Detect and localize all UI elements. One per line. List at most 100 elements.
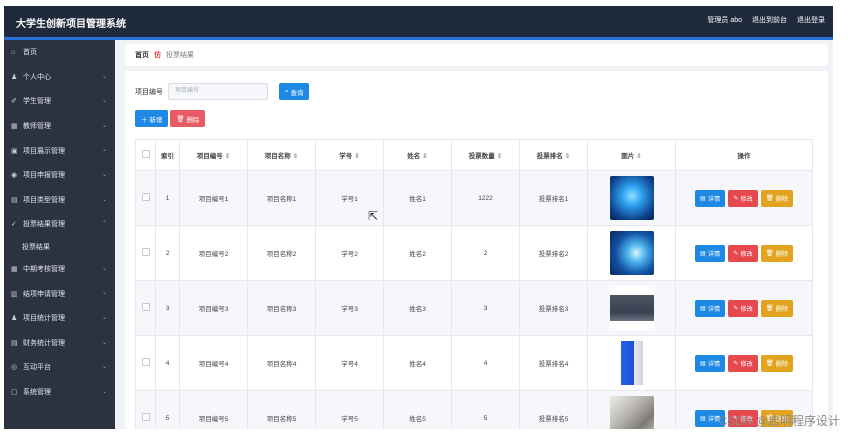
chevron-down-icon: ⌄ xyxy=(101,196,107,203)
cell-name: 项目名称1 xyxy=(247,170,316,226)
cell-index: 5 xyxy=(155,390,180,429)
data-table: 索引 项目编号 ⇕ 项目名称 ⇕ 学号 ⇕ 姓名 ⇕ 投票数量 ⇕ 投票排名 ⇕ 图片 ⇕ 操… xyxy=(135,139,813,429)
cell-votes: 5 xyxy=(451,390,520,429)
delete-button[interactable]: 🗑 删除 xyxy=(760,244,794,262)
row-checkbox[interactable] xyxy=(135,335,156,391)
sidebar-item-label: 项目类型管理 xyxy=(23,196,65,204)
sort-icon: ⇕ xyxy=(564,153,571,160)
logout-link[interactable]: 退出登录 xyxy=(797,15,825,25)
cell-index: 1 xyxy=(155,170,180,226)
col-header-pic[interactable]: 图片 ⇕ xyxy=(587,139,676,171)
finance-icon: ▤ xyxy=(11,339,18,347)
delete-button-label: 删除 xyxy=(186,116,200,124)
project-image[interactable] xyxy=(609,396,654,429)
sidebar-item-apply[interactable]: ◉ 项目申报管理 ⌄ xyxy=(4,163,115,188)
cell-pic xyxy=(587,280,676,336)
sidebar-subitem-vote-result[interactable]: 投票结果 xyxy=(4,237,115,257)
mouse-cursor-icon: ⇱ xyxy=(368,209,379,223)
delete-button[interactable]: 🗑 删除 xyxy=(760,189,794,207)
col-header-votes[interactable]: 投票数量 ⇕ xyxy=(451,139,520,171)
cell-pic xyxy=(587,335,676,391)
cell-sname: 姓名5 xyxy=(383,390,452,429)
cell-index: 2 xyxy=(155,225,180,281)
breadcrumb-home[interactable]: 首页 xyxy=(135,50,149,60)
row-checkbox[interactable] xyxy=(135,280,156,336)
cell-rank: 投票排名4 xyxy=(519,335,588,391)
to-frontend-link[interactable]: 退出到前台 xyxy=(752,15,787,25)
detail-button[interactable]: ▤ 详情 xyxy=(694,244,726,262)
cell-ops: ▤ 详情 ✎ 修改 🗑 删除 xyxy=(675,335,813,391)
project-image[interactable] xyxy=(609,286,654,330)
delete-button[interactable]: 🗑 删除 xyxy=(760,299,794,317)
project-image[interactable] xyxy=(609,231,654,275)
sidebar-item-teachers[interactable]: ▦ 教师管理 ⌄ xyxy=(4,114,115,139)
project-image[interactable] xyxy=(609,176,654,220)
sidebar-item-label: 结项申请管理 xyxy=(23,290,65,298)
document-icon: ▤ xyxy=(699,249,706,257)
sidebar-item-students[interactable]: ✐ 学生管理 ⌄ xyxy=(4,89,115,114)
sidebar-item-system[interactable]: ▢ 系统管理 ⌄ xyxy=(4,380,115,405)
select-all-checkbox[interactable] xyxy=(135,139,156,171)
sidebar-item-finance[interactable]: ▤ 财务统计管理 ⌄ xyxy=(4,331,115,356)
cell-code: 项目编号4 xyxy=(179,335,248,391)
batch-delete-button[interactable]: 🗑 删除 xyxy=(170,110,206,127)
sidebar-item-home[interactable]: ⌂ 首页 xyxy=(4,40,115,65)
edit-button[interactable]: ✎ 修改 xyxy=(728,299,758,317)
chevron-down-icon: ⌄ xyxy=(101,73,107,80)
cell-name: 项目名称4 xyxy=(247,335,316,391)
row-checkbox[interactable] xyxy=(135,390,156,429)
cell-name: 项目名称5 xyxy=(247,390,316,429)
detail-button[interactable]: ▤ 详情 xyxy=(694,189,726,207)
row-checkbox[interactable] xyxy=(135,225,156,281)
display-icon: ▣ xyxy=(11,147,18,155)
sidebar-item-label: 中期考核管理 xyxy=(23,266,65,274)
vote-icon: ✓ xyxy=(11,221,17,229)
pencil-icon: ✎ xyxy=(733,194,739,202)
document-icon: ▤ xyxy=(699,359,706,367)
search-label: 项目编号 xyxy=(135,88,163,96)
col-header-rank[interactable]: 投票排名 ⇕ xyxy=(519,139,588,171)
document-icon: ▤ xyxy=(699,414,706,422)
table-header-row: 索引 项目编号 ⇕ 项目名称 ⇕ 学号 ⇕ 姓名 ⇕ 投票数量 ⇕ 投票排名 ⇕ 图片 ⇕ 操… xyxy=(135,139,813,171)
project-image[interactable] xyxy=(609,341,654,385)
sidebar-item-conclusion[interactable]: ▥ 结项申请管理 ⌄ xyxy=(4,281,115,306)
app-frame: 大学生创新项目管理系统 管理员 abo 退出到前台 退出登录 ⌂ 首页 ♟ 个人中心… xyxy=(4,6,833,429)
search-button[interactable]: ⌕ 查询 xyxy=(279,83,310,100)
sidebar-item-type[interactable]: ▤ 项目类型管理 ⌄ xyxy=(4,188,115,213)
sidebar-item-midterm[interactable]: ▦ 中期考核管理 ⌄ xyxy=(4,257,115,282)
sidebar-item-label: 财务统计管理 xyxy=(23,339,65,347)
edit-button[interactable]: ✎ 修改 xyxy=(728,244,758,262)
sidebar-item-profile[interactable]: ♟ 个人中心 ⌄ xyxy=(4,65,115,90)
chevron-down-icon: ⌄ xyxy=(101,388,107,395)
col-header-code[interactable]: 项目编号 ⇕ xyxy=(179,139,248,171)
trash-icon: 🗑 xyxy=(765,195,774,202)
sidebar-item-display[interactable]: ▣ 项目展示管理 ⌄ xyxy=(4,138,115,163)
detail-button[interactable]: ▤ 详情 xyxy=(694,299,726,317)
sidebar-item-vote[interactable]: ✓ 投票结果管理 ⌃ xyxy=(4,212,115,237)
detail-button[interactable]: ▤ 详情 xyxy=(694,354,726,372)
chevron-down-icon: ⌄ xyxy=(101,98,107,105)
add-button[interactable]: ＋ 新增 xyxy=(135,110,169,127)
edit-button[interactable]: ✎ 修改 xyxy=(728,354,758,372)
sidebar-item-stats[interactable]: ♟ 项目统计管理 ⌄ xyxy=(4,306,115,331)
user-label: 管理员 abo xyxy=(707,17,742,24)
trash-icon: 🗑 xyxy=(765,250,774,257)
delete-button[interactable]: 🗑 删除 xyxy=(760,354,794,372)
sort-icon: ⇕ xyxy=(292,153,299,160)
stat-icon: ♟ xyxy=(11,315,18,323)
col-header-sname[interactable]: 姓名 ⇕ xyxy=(383,139,452,171)
edit-button[interactable]: ✎ 修改 xyxy=(728,189,758,207)
sidebar-item-interact[interactable]: ◎ 互动平台 ⌄ xyxy=(4,355,115,380)
sort-icon: ⇕ xyxy=(354,153,360,160)
sidebar-item-label: 学生管理 xyxy=(23,98,51,106)
cell-name: 项目名称3 xyxy=(247,280,316,336)
col-header-name[interactable]: 项目名称 ⇕ xyxy=(247,139,316,171)
home-icon: ⌂ xyxy=(11,48,16,56)
cell-rank: 投票排名3 xyxy=(519,280,588,336)
row-checkbox[interactable] xyxy=(135,170,156,226)
chevron-down-icon: ⌄ xyxy=(101,364,107,371)
search-input[interactable]: 项目编号 xyxy=(168,83,268,100)
cell-code: 项目编号3 xyxy=(179,280,248,336)
col-header-sid[interactable]: 学号 ⇕ xyxy=(315,139,384,171)
sidebar-item-label: 系统管理 xyxy=(23,389,51,397)
